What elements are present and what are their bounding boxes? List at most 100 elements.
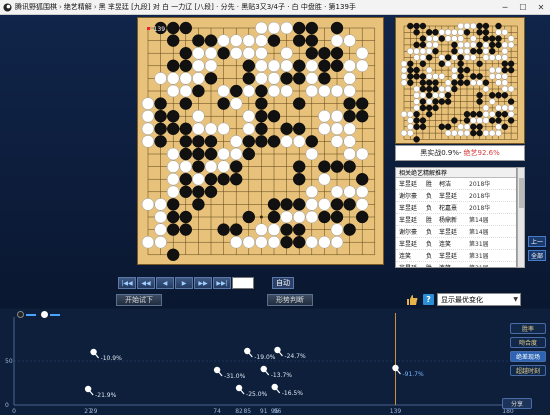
first-move-button[interactable]: |◀◀ — [118, 277, 136, 289]
white-stone[interactable] — [305, 185, 319, 199]
black-stone[interactable] — [507, 60, 515, 67]
black-stone[interactable] — [476, 129, 483, 137]
black-stone[interactable] — [413, 22, 420, 30]
black-stone[interactable] — [432, 79, 439, 86]
white-stone[interactable] — [229, 147, 243, 161]
white-stone[interactable] — [343, 147, 356, 161]
white-stone[interactable] — [451, 129, 458, 137]
white-stone[interactable] — [280, 84, 293, 98]
white-stone[interactable] — [463, 123, 471, 131]
variation-select[interactable]: 显示最优变化 ▼ — [437, 293, 521, 306]
white-stone[interactable] — [229, 135, 243, 148]
black-stone[interactable] — [267, 135, 281, 148]
white-stone[interactable] — [192, 122, 205, 136]
black-stone[interactable] — [292, 21, 306, 35]
black-stone[interactable] — [255, 97, 268, 110]
black-stone[interactable] — [495, 117, 502, 124]
blunder-point[interactable] — [84, 385, 92, 393]
black-stone[interactable] — [419, 41, 427, 49]
white-stone[interactable] — [167, 160, 180, 173]
winrate-chart[interactable]: 5000 2729 74 82 85 91 9596 139 180-21.9%-10.9%-3… — [0, 309, 550, 415]
black-stone[interactable] — [451, 79, 458, 86]
black-stone[interactable] — [444, 123, 452, 131]
black-stone[interactable] — [507, 66, 515, 74]
white-stone[interactable] — [507, 104, 515, 112]
black-stone[interactable] — [292, 122, 306, 136]
white-stone[interactable] — [507, 85, 515, 93]
white-stone[interactable] — [154, 198, 167, 211]
white-stone[interactable] — [457, 129, 464, 137]
black-stone[interactable] — [255, 109, 268, 123]
white-stone[interactable] — [167, 84, 180, 98]
white-stone[interactable] — [192, 109, 205, 123]
black-stone[interactable] — [192, 160, 205, 173]
white-stone[interactable] — [204, 122, 218, 136]
white-stone[interactable] — [470, 35, 477, 42]
white-stone[interactable] — [400, 60, 408, 67]
black-stone[interactable] — [229, 223, 243, 236]
black-stone[interactable] — [192, 135, 205, 148]
white-stone[interactable] — [141, 135, 155, 148]
white-stone[interactable] — [426, 48, 433, 55]
white-stone[interactable] — [463, 22, 471, 30]
black-stone[interactable] — [470, 73, 477, 80]
white-stone[interactable] — [457, 35, 464, 42]
white-stone[interactable] — [413, 85, 420, 93]
black-stone[interactable] — [463, 29, 471, 36]
black-stone[interactable] — [476, 22, 483, 30]
white-stone[interactable] — [488, 98, 496, 105]
black-stone[interactable] — [292, 34, 306, 47]
white-stone[interactable] — [267, 21, 281, 35]
recommend-row[interactable]: 连笑 负芈昱廷 第31届 — [396, 250, 516, 262]
black-stone[interactable] — [167, 210, 180, 224]
white-stone[interactable] — [413, 54, 420, 61]
black-stone[interactable] — [280, 122, 293, 136]
black-stone[interactable] — [419, 85, 427, 93]
blunder-point[interactable] — [260, 365, 267, 373]
white-stone[interactable] — [501, 48, 509, 55]
black-stone[interactable] — [419, 73, 427, 80]
last-move-button[interactable]: ▶▶| — [213, 277, 231, 289]
black-legend-dot[interactable] — [17, 311, 24, 318]
black-stone[interactable] — [343, 109, 356, 123]
white-stone[interactable] — [229, 235, 243, 249]
black-stone[interactable] — [292, 59, 306, 72]
white-stone[interactable] — [432, 92, 439, 99]
white-stone[interactable] — [482, 129, 490, 137]
white-stone[interactable] — [255, 47, 268, 60]
black-stone[interactable] — [413, 123, 420, 131]
white-stone[interactable] — [463, 129, 471, 137]
black-stone[interactable] — [267, 109, 281, 123]
all-button[interactable]: 全部 — [528, 250, 546, 261]
black-stone[interactable] — [229, 160, 243, 173]
black-stone[interactable] — [305, 135, 319, 148]
black-stone[interactable] — [413, 136, 420, 143]
white-stone[interactable] — [305, 147, 319, 161]
black-stone[interactable] — [488, 41, 496, 49]
black-stone[interactable] — [229, 84, 243, 98]
share-button[interactable]: 分享 — [502, 398, 532, 409]
black-stone[interactable] — [167, 122, 180, 136]
black-stone[interactable] — [419, 60, 427, 67]
black-stone[interactable] — [255, 84, 268, 98]
black-stone[interactable] — [488, 92, 496, 99]
white-stone[interactable] — [343, 84, 356, 98]
white-stone[interactable] — [495, 29, 502, 36]
white-stone[interactable] — [141, 235, 155, 249]
black-stone[interactable] — [217, 97, 230, 110]
white-stone[interactable] — [242, 235, 256, 249]
white-legend-dot[interactable] — [41, 311, 48, 318]
white-stone[interactable] — [463, 41, 471, 49]
black-stone[interactable] — [343, 97, 356, 110]
white-stone[interactable] — [419, 54, 427, 61]
black-stone[interactable] — [463, 79, 471, 86]
black-stone[interactable] — [438, 35, 445, 42]
black-stone[interactable] — [292, 223, 306, 236]
black-stone[interactable] — [432, 48, 439, 55]
black-stone[interactable] — [330, 47, 344, 60]
white-stone[interactable] — [507, 41, 515, 49]
white-stone[interactable] — [444, 85, 452, 93]
move-number-field[interactable] — [232, 277, 254, 289]
white-stone[interactable] — [432, 73, 439, 80]
white-stone[interactable] — [451, 54, 458, 61]
